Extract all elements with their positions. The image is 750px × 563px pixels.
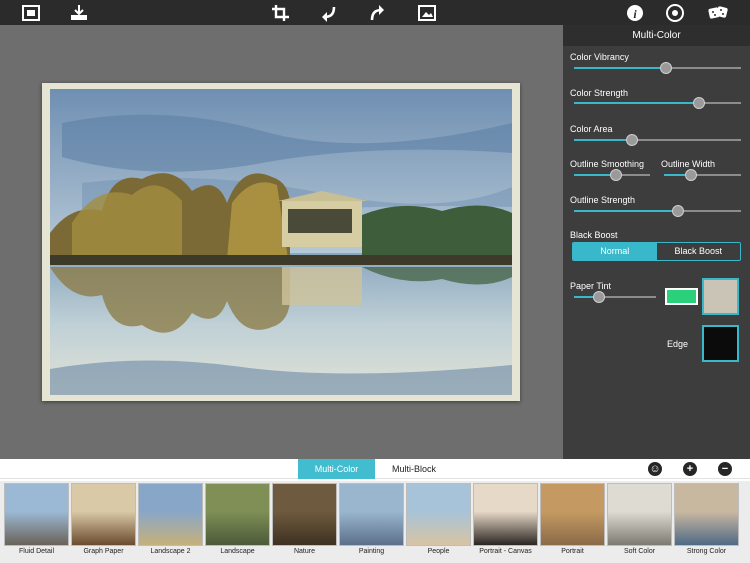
preset-thumbnails: Fluid Detail Graph Paper Landscape 2 Landsc…	[0, 481, 750, 563]
preset-thumbnail[interactable]: Nature	[272, 483, 337, 563]
preset-label: Landscape 2	[150, 548, 191, 555]
preset-label: Nature	[293, 548, 315, 555]
slider-thumb[interactable]	[659, 62, 672, 74]
preset-label: Portrait - Canvas	[479, 548, 532, 555]
preset-preview-image	[339, 483, 404, 546]
preset-label: Portrait	[561, 548, 584, 555]
crop-icon[interactable]	[266, 0, 296, 25]
settings-icon[interactable]	[660, 0, 690, 25]
preset-label: People	[427, 548, 450, 555]
save-icon[interactable]	[64, 0, 94, 25]
preset-thumbnail[interactable]: Portrait	[540, 483, 605, 563]
gallery-icon[interactable]	[16, 0, 46, 25]
preset-label: Fluid Detail	[18, 548, 54, 555]
preset-label: Painting	[358, 548, 385, 555]
paper-tint-slider[interactable]	[574, 291, 656, 303]
top-toolbar: i	[0, 0, 750, 25]
preset-thumbnail[interactable]: People	[406, 483, 471, 563]
shuffle-preset-icon[interactable]: ☺	[648, 462, 662, 476]
preset-thumbnail[interactable]: Landscape	[205, 483, 270, 563]
tab-multi-block[interactable]: Multi-Block	[375, 459, 453, 479]
preset-thumbnail[interactable]: Painting	[339, 483, 404, 563]
paper-texture-swatch[interactable]	[702, 278, 739, 315]
remove-preset-icon[interactable]: −	[718, 462, 732, 476]
color-area-label: Color Area	[570, 124, 613, 134]
preset-preview-image	[540, 483, 605, 546]
preset-thumbnail[interactable]: Landscape 2	[138, 483, 203, 563]
add-preset-icon[interactable]: +	[683, 462, 697, 476]
undo-icon[interactable]	[314, 0, 344, 25]
edge-texture-swatch[interactable]	[702, 325, 739, 362]
slider-thumb[interactable]	[626, 134, 639, 146]
random-dice-icon[interactable]	[703, 0, 733, 25]
color-vibrancy-label: Color Vibrancy	[570, 52, 629, 62]
preset-thumbnail[interactable]: Graph Paper	[71, 483, 136, 563]
outline-smoothing-slider[interactable]	[574, 169, 650, 181]
outline-width-label: Outline Width	[661, 159, 716, 169]
slider-thumb[interactable]	[684, 169, 697, 181]
panel-title: Multi-Color	[563, 25, 750, 46]
outline-width-slider[interactable]	[664, 169, 741, 181]
info-icon[interactable]: i	[620, 0, 650, 25]
preset-bar: Multi-Color Multi-Block ☺ + − Fluid Deta…	[0, 459, 750, 563]
tint-color-swatch[interactable]	[665, 288, 698, 305]
preset-preview-image	[674, 483, 739, 546]
preset-thumbnail[interactable]: Portrait - Canvas	[473, 483, 538, 563]
edge-label: Edge	[667, 339, 689, 349]
compare-icon[interactable]	[412, 0, 442, 25]
preset-tabs: Multi-Color Multi-Block ☺ + −	[0, 459, 750, 479]
tab-multi-color[interactable]: Multi-Color	[298, 459, 375, 479]
paper-tint-label: Paper Tint	[570, 281, 612, 291]
preset-preview-image	[138, 483, 203, 546]
outline-strength-slider[interactable]	[574, 205, 741, 217]
preset-thumbnail[interactable]: Soft Color	[607, 483, 672, 563]
preset-label: Soft Color	[623, 548, 656, 555]
outline-strength-label: Outline Strength	[570, 195, 636, 205]
slider-thumb[interactable]	[609, 169, 622, 181]
preset-label: Landscape	[220, 548, 255, 555]
painted-photo[interactable]	[42, 83, 520, 401]
preset-preview-image	[607, 483, 672, 546]
preset-preview-image	[4, 483, 69, 546]
preset-label: Graph Paper	[83, 548, 124, 555]
preset-preview-image	[205, 483, 270, 546]
preset-label: Strong Color	[686, 548, 727, 555]
color-strength-slider[interactable]	[574, 97, 741, 109]
redo-icon[interactable]	[362, 0, 392, 25]
black-boost-label: Black Boost	[570, 230, 618, 240]
slider-thumb[interactable]	[693, 97, 706, 109]
preset-thumbnail[interactable]: Strong Color	[674, 483, 739, 563]
color-area-slider[interactable]	[574, 134, 741, 146]
canvas-area[interactable]	[0, 25, 563, 459]
color-vibrancy-slider[interactable]	[574, 62, 741, 74]
black-boost-segmented-control: Normal Black Boost	[572, 242, 741, 261]
preset-preview-image	[473, 483, 538, 546]
preset-thumbnail[interactable]: Fluid Detail	[4, 483, 69, 563]
preset-preview-image	[272, 483, 337, 546]
slider-thumb[interactable]	[671, 205, 684, 217]
preset-preview-image	[71, 483, 136, 546]
black-boost-option[interactable]: Black Boost	[657, 243, 741, 260]
slider-thumb[interactable]	[592, 291, 605, 303]
normal-option[interactable]: Normal	[573, 243, 657, 260]
outline-smoothing-label: Outline Smoothing	[570, 159, 645, 169]
preset-preview-image	[406, 483, 471, 546]
